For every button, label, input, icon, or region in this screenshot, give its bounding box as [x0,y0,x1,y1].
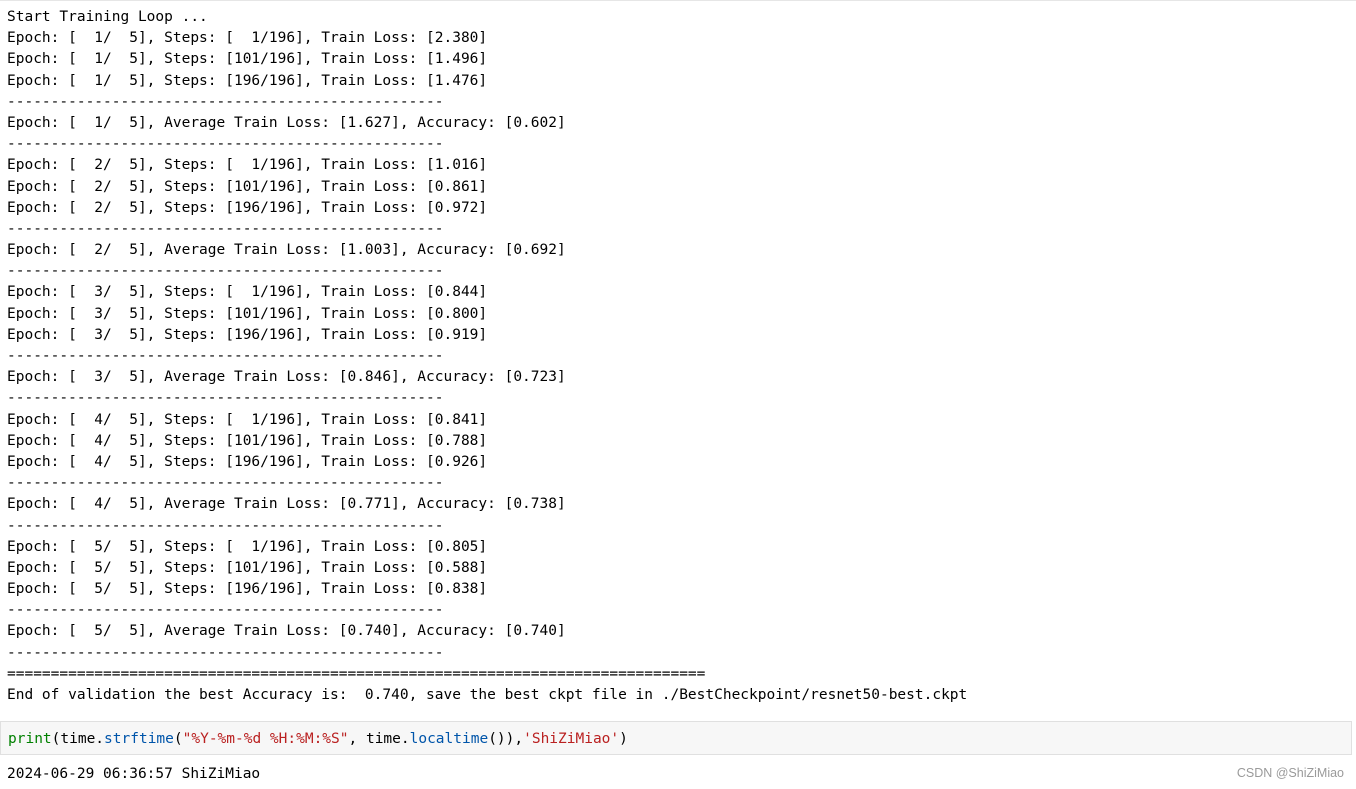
output-line: End of validation the best Accuracy is: … [7,687,968,703]
output-line: ----------------------------------------… [7,136,444,153]
output-line: Epoch: [ 5/ 5], Steps: [196/196], Train … [7,581,488,598]
output-line: Epoch: [ 1/ 5], Steps: [101/196], Train … [7,51,488,68]
code-token: ()), [488,731,524,747]
output-line: Epoch: [ 3/ 5], Steps: [196/196], Train … [7,326,488,343]
output-line: Epoch: [ 1/ 5], Steps: [196/196], Train … [7,72,488,89]
output-line: ----------------------------------------… [7,644,444,661]
output-line: ----------------------------------------… [7,93,444,110]
output-line: Epoch: [ 2/ 5], Average Train Loss: [1.0… [7,242,566,259]
output-line: ----------------------------------------… [7,602,444,619]
code-token: 'ShiZiMiao' [523,731,620,747]
code-token: , time. [348,731,410,747]
code-cell[interactable]: print(time.strftime("%Y-%m-%d %H:%M:%S",… [0,721,1352,755]
output-line: Epoch: [ 4/ 5], Average Train Loss: [0.7… [7,496,566,513]
output-line: ----------------------------------------… [7,475,444,492]
code-token: localtime [409,731,489,747]
output-line: ----------------------------------------… [7,348,444,364]
top-divider [0,0,1356,1]
code-token: (time. [51,731,105,747]
output-line: ----------------------------------------… [7,263,444,280]
output-line: Epoch: [ 5/ 5], Steps: [ 1/196], Train L… [7,538,488,555]
code-line[interactable]: print(time.strftime("%Y-%m-%d %H:%M:%S",… [8,729,628,749]
output-line: Epoch: [ 3/ 5], Steps: [101/196], Train … [7,305,488,322]
output-line: ----------------------------------------… [7,390,444,407]
cell-result-output: 2024-06-29 06:36:57 ShiZiMiao [7,766,261,782]
output-line: ----------------------------------------… [7,517,444,534]
cell-output: Start Training Loop ... Epoch: [ 1/ 5], S… [7,7,1347,706]
output-line: Epoch: [ 2/ 5], Steps: [ 1/196], Train L… [7,157,488,174]
output-line: Epoch: [ 4/ 5], Steps: [101/196], Train … [7,432,488,449]
output-line: Epoch: [ 5/ 5], Average Train Loss: [0.7… [7,623,566,640]
output-line: ========================================… [7,665,706,682]
output-line: Epoch: [ 4/ 5], Steps: [ 1/196], Train L… [7,411,488,428]
output-line: ----------------------------------------… [7,220,444,237]
output-line: Epoch: [ 1/ 5], Steps: [ 1/196], Train L… [7,30,488,47]
output-line: Epoch: [ 3/ 5], Average Train Loss: [0.8… [7,369,566,386]
output-line: Epoch: [ 5/ 5], Steps: [101/196], Train … [7,559,488,576]
code-token: "%Y-%m-%d %H:%M:%S" [182,731,349,747]
output-line: Epoch: [ 2/ 5], Steps: [101/196], Train … [7,178,488,195]
watermark: CSDN @ShiZiMiao [1236,766,1344,780]
output-line: Epoch: [ 4/ 5], Steps: [196/196], Train … [7,453,488,470]
code-token: strftime [104,731,174,747]
output-line: Epoch: [ 2/ 5], Steps: [196/196], Train … [7,199,488,216]
code-token: ( [173,731,183,747]
output-line: Epoch: [ 1/ 5], Average Train Loss: [1.6… [7,114,566,131]
output-line: Epoch: [ 3/ 5], Steps: [ 1/196], Train L… [7,284,488,301]
output-line: Start Training Loop ... [7,9,208,25]
code-token: ) [619,731,628,747]
code-token: print [8,731,52,747]
